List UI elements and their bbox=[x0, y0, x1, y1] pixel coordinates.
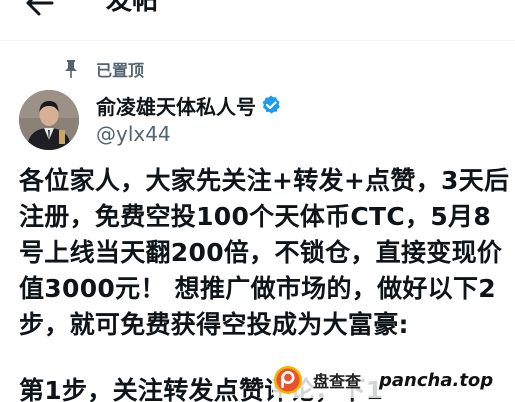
pinned-indicator: 已置顶 bbox=[64, 57, 144, 81]
author-handle[interactable]: @ylx44 bbox=[96, 122, 282, 146]
author-block: 俞凌雄天体私人号 @ylx44 bbox=[96, 92, 282, 146]
top-app-bar: 发帖 bbox=[0, 0, 515, 41]
watermark-brand-cn: 盘查查 bbox=[313, 372, 362, 391]
pin-icon bbox=[65, 60, 77, 78]
arrow-left-icon[interactable] bbox=[22, 0, 62, 20]
watermark-brand-en: pancha.top bbox=[379, 369, 494, 391]
page-title: 发帖 bbox=[106, 0, 159, 16]
post-text-paragraph: 各位家人，大家先关注+转发+点赞，3天后注册，免费空投100个天体币CTC，5月… bbox=[19, 166, 510, 339]
avatar-image bbox=[19, 90, 79, 150]
avatar[interactable] bbox=[19, 90, 79, 150]
watermark-logo-icon bbox=[274, 366, 302, 394]
pinned-label: 已置顶 bbox=[96, 61, 145, 80]
watermark: 盘查查 pancha.top bbox=[273, 362, 512, 398]
author-name[interactable]: 俞凌雄天体私人号 bbox=[96, 91, 256, 120]
verified-badge-icon[interactable] bbox=[260, 94, 282, 116]
